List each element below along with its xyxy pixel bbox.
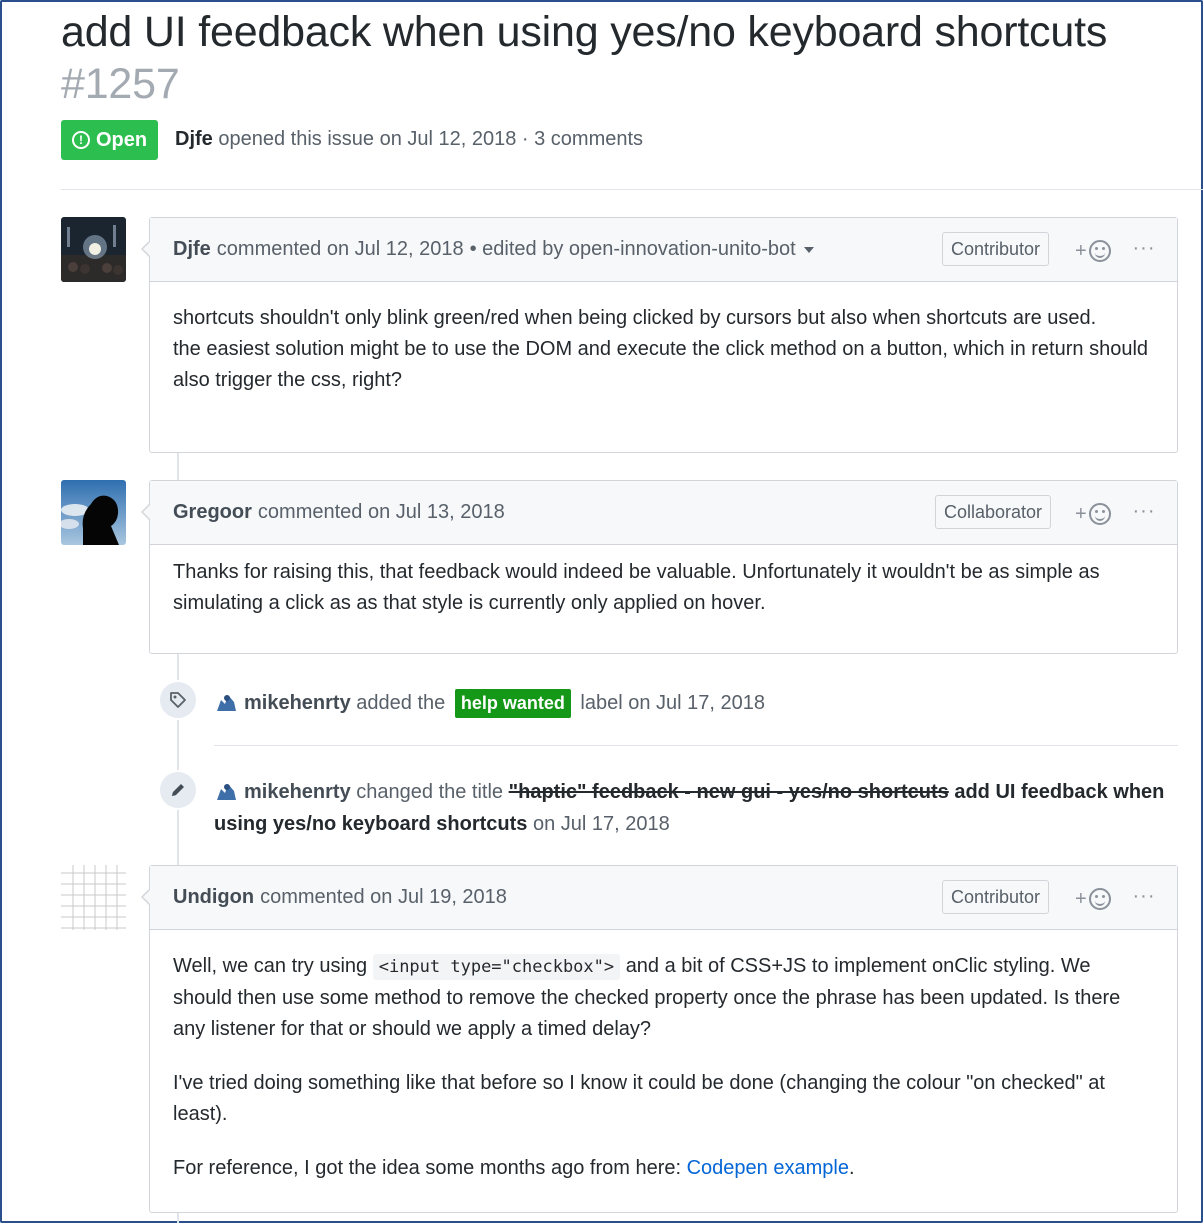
avatar-image (61, 480, 126, 545)
comment-paragraph: the easiest solution might be to use the… (173, 338, 1149, 391)
issue-meta-text: opened this issue on Jul 12, 2018 · 3 co… (218, 128, 644, 150)
label-event-badge (158, 680, 198, 720)
comment-text: For reference, I got the idea some month… (173, 1157, 682, 1179)
comment-author-link[interactable]: Gregoor (173, 501, 252, 524)
mikehenrty-avatar[interactable] (214, 780, 238, 802)
event-action-text: changed the title (356, 781, 504, 803)
edited-history-dropdown[interactable]: • edited by open-innovation-unito-bot (470, 238, 814, 261)
issue-state-label: Open (96, 128, 148, 151)
issue-opened-icon: ! (72, 131, 90, 149)
comment-author-link[interactable]: Undigon (173, 886, 254, 909)
comment-paragraph: I've tried doing something like that bef… (173, 1072, 1105, 1125)
avatar-image (61, 217, 126, 282)
plus-icon: + (1075, 239, 1087, 262)
author-role-badge: Collaborator (935, 495, 1052, 529)
comment-timestamp[interactable]: commented on Jul 13, 2018 (258, 501, 505, 524)
help-wanted-label[interactable]: help wanted (454, 689, 571, 718)
comment-options-button[interactable]: ··· (1132, 499, 1156, 523)
mikehenrty-avatar[interactable] (214, 691, 238, 713)
author-role-badge: Contributor (942, 880, 1050, 914)
label-event: mikehenrty added the help wanted label o… (214, 687, 765, 719)
issue-title: add UI feedback when using yes/no keyboa… (61, 6, 1196, 110)
issue-title-text: add UI feedback when using yes/no keyboa… (61, 8, 1108, 56)
comment-options-button[interactable]: ··· (1132, 236, 1156, 260)
comment-body: Thanks for raising this, that feedback w… (150, 545, 1177, 637)
old-title-text: "haptic" feedback - new gui - yes/no sho… (508, 781, 949, 803)
add-reaction-button[interactable]: + (1075, 238, 1119, 264)
event-actor-link[interactable]: mikehenrty (244, 692, 351, 714)
comment-text: . (848, 1157, 855, 1179)
comment-body: Well, we can try using <input type="chec… (150, 930, 1177, 1202)
author-role-badge: Contributor (942, 232, 1050, 266)
avatar-undigon[interactable] (61, 865, 126, 930)
issue-number: #1257 (61, 60, 180, 108)
smiley-icon (1088, 503, 1111, 525)
caret-down-icon (803, 246, 814, 253)
event-action-text: added the (356, 692, 446, 714)
comment-timestamp[interactable]: commented on Jul 12, 2018 (217, 238, 464, 261)
avatar-image (61, 865, 126, 930)
comment-header: Gregoor commented on Jul 13, 2018 Collab… (150, 481, 1177, 545)
comment-paragraph: Thanks for raising this, that feedback w… (173, 561, 1100, 614)
comment-header: Undigon commented on Jul 19, 2018 Contri… (150, 866, 1177, 930)
event-divider (214, 745, 1178, 746)
comment-body: shortcuts shouldn't only blink green/red… (150, 282, 1177, 414)
plus-icon: + (1075, 887, 1087, 910)
comment-paragraph: Well, we can try using <input type="chec… (173, 951, 1154, 1045)
comment-gregoor: Gregoor commented on Jul 13, 2018 Collab… (141, 480, 1178, 654)
tag-icon (170, 692, 186, 708)
avatar-djfe[interactable] (61, 217, 126, 282)
pencil-icon (172, 784, 184, 796)
event-suffix-text: on Jul 17, 2018 (532, 813, 670, 835)
comment-text: Well, we can try using (173, 955, 368, 977)
comment-paragraph: For reference, I got the idea some month… (173, 1153, 1154, 1184)
plus-icon: + (1075, 502, 1087, 525)
issue-state-badge: ! Open (61, 120, 159, 160)
comment-author-link[interactable]: Djfe (173, 238, 211, 261)
event-actor-link[interactable]: mikehenrty (244, 781, 351, 803)
timeline-line (177, 452, 179, 482)
smiley-icon (1088, 888, 1111, 910)
add-reaction-button[interactable]: + (1075, 501, 1119, 527)
inline-code: <input type="checkbox"> (372, 954, 621, 980)
event-suffix-text: label on Jul 17, 2018 (580, 692, 765, 714)
title-change-event-badge (158, 770, 198, 810)
title-change-event: mikehenrty changed the title "haptic" fe… (214, 776, 1174, 840)
smiley-icon (1088, 240, 1111, 262)
comment-djfe: Djfe commented on Jul 12, 2018 • edited … (141, 217, 1178, 453)
header-divider (61, 189, 1203, 190)
comment-paragraph: shortcuts shouldn't only blink green/red… (173, 307, 1097, 329)
edited-by-text: • edited by open-innovation-unito-bot (469, 238, 796, 260)
comment-timestamp[interactable]: commented on Jul 19, 2018 (260, 886, 507, 909)
add-reaction-button[interactable]: + (1075, 886, 1119, 912)
codepen-example-link[interactable]: Codepen example (687, 1157, 849, 1179)
comment-options-button[interactable]: ··· (1132, 884, 1156, 908)
timeline-line (177, 1212, 179, 1223)
comment-undigon: Undigon commented on Jul 19, 2018 Contri… (141, 865, 1178, 1213)
issue-author-link[interactable]: Djfe (175, 128, 213, 150)
issue-meta: Djfe opened this issue on Jul 12, 2018 ·… (175, 128, 643, 151)
avatar-gregoor[interactable] (61, 480, 126, 545)
comment-header: Djfe commented on Jul 12, 2018 • edited … (150, 218, 1177, 282)
